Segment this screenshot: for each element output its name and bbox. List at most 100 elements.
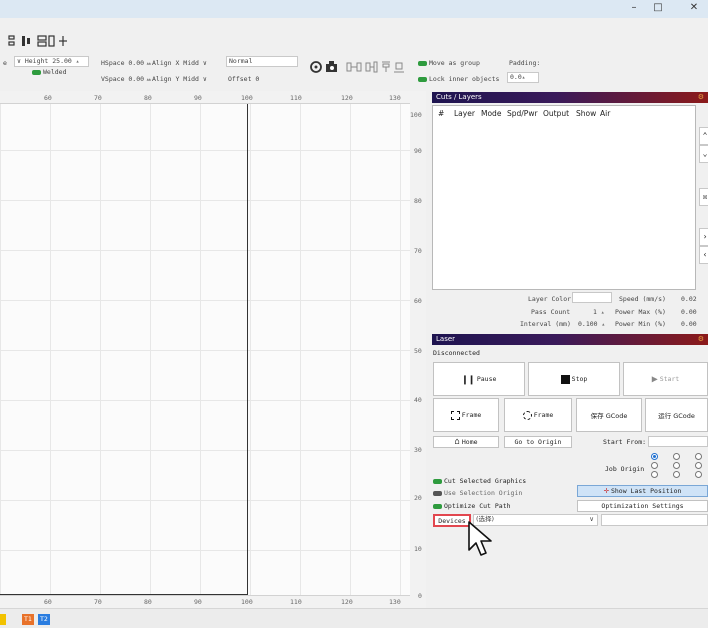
stop-button[interactable]: Stop — [528, 362, 620, 396]
pin-icon[interactable]: ⚙ — [698, 92, 704, 103]
cuts-layers-table[interactable]: # Layer Mode Spd/Pwr Output Show Air — [432, 105, 696, 290]
spinner-icon[interactable]: ▴ — [522, 73, 528, 82]
spinner-icon[interactable]: ▴ — [602, 321, 608, 328]
column-header[interactable]: Layer — [454, 109, 475, 118]
devices-button[interactable]: Devices — [433, 514, 471, 527]
layer-color-swatch[interactable] — [572, 292, 612, 303]
optimize-cut-path-label: Optimize Cut Path — [444, 502, 511, 510]
home-label: Home — [461, 438, 478, 446]
job-origin-radio-ml[interactable] — [651, 462, 658, 469]
move-as-group-toggle[interactable]: Move as group — [418, 59, 480, 67]
frame-label: Frame — [461, 411, 482, 419]
offset-field[interactable]: Offset 0 — [228, 75, 259, 83]
optimize-cut-path-toggle[interactable]: Optimize Cut Path — [433, 502, 511, 510]
align-tools-icon[interactable] — [346, 60, 410, 76]
welded-toggle[interactable]: Welded — [32, 68, 66, 76]
align-x-select[interactable]: ▴ Align X Midd ∨ — [146, 59, 207, 67]
minimize-button[interactable]: – — [624, 2, 644, 13]
toggle-icon — [433, 503, 442, 509]
column-header[interactable]: Air — [600, 109, 610, 118]
run-gcode-button[interactable]: 运行 GCode — [645, 398, 708, 432]
align-y-select[interactable]: ▴ Align Y Midd ∨ — [146, 75, 207, 83]
job-origin-radio-tl[interactable] — [651, 453, 658, 460]
column-header[interactable]: Spd/Pwr — [507, 109, 538, 118]
padding-field[interactable]: 0.0▴ — [507, 72, 539, 83]
close-button[interactable]: ✕ — [684, 2, 704, 13]
pause-button[interactable]: ❙❙ Pause — [433, 362, 525, 396]
pass-count-field[interactable]: 1 ▴ — [593, 308, 607, 316]
ruler-label: 130 — [389, 598, 401, 606]
ruler-label: 100 — [410, 111, 422, 119]
height-field[interactable]: ∨ Height 25.00 ▴ — [14, 56, 89, 67]
tool-badge-t1[interactable]: T1 — [22, 614, 34, 625]
job-origin-radio-tr[interactable] — [695, 453, 702, 460]
ruler-label: 90 — [194, 94, 202, 102]
job-origin-radio-bc[interactable] — [673, 471, 680, 478]
job-origin-radio-mc[interactable] — [673, 462, 680, 469]
chevron-down-icon: ∨ — [202, 75, 207, 83]
interval-field[interactable]: 0.100 ▴ — [578, 320, 608, 328]
vspace-label: VSpace 0.00 — [101, 75, 145, 83]
column-header[interactable]: # — [438, 109, 444, 118]
use-selection-origin-toggle[interactable]: Use Selection Origin — [433, 489, 522, 497]
pin-icon[interactable]: ⚙ — [698, 334, 704, 345]
job-origin-radio-bl[interactable] — [651, 471, 658, 478]
chevron-up-icon: ⌃ — [702, 131, 708, 140]
spinner-icon[interactable]: ▴ — [76, 57, 82, 66]
toggle-icon — [32, 69, 41, 75]
chevron-down-icon: ⌄ — [702, 149, 708, 158]
spinner-icon[interactable]: ▴ — [601, 309, 607, 316]
frame-circle-button[interactable]: Frame — [504, 398, 572, 432]
job-origin-radio-br[interactable] — [695, 471, 702, 478]
ruler-label: 60 — [44, 598, 52, 606]
stop-label: Stop — [571, 375, 588, 383]
tool-badge-partial[interactable] — [0, 614, 6, 625]
window-titlebar — [0, 0, 708, 18]
show-last-position-label: Show Last Position — [610, 487, 682, 495]
power-max-value[interactable]: 0.00 — [681, 308, 697, 316]
cut-selected-toggle[interactable]: Cut Selected Graphics — [433, 477, 526, 485]
frame-button[interactable]: Frame — [433, 398, 499, 432]
lock-inner-objects-toggle[interactable]: Lock inner objects — [418, 75, 499, 83]
rotary-camera-icon[interactable] — [310, 60, 342, 76]
maximize-button[interactable]: □ — [648, 2, 668, 13]
ruler-label: 120 — [341, 94, 353, 102]
column-header[interactable]: Mode — [481, 109, 501, 118]
job-origin-label: Job Origin — [605, 465, 645, 473]
job-origin-radio-mr[interactable] — [695, 462, 702, 469]
distribute-icon[interactable] — [8, 34, 68, 51]
collapse-left-button[interactable]: ‹ — [699, 246, 708, 264]
start-button[interactable]: ▶ Start — [623, 362, 708, 396]
delete-layer-button[interactable]: ☒ — [699, 188, 708, 206]
use-selection-origin-label: Use Selection Origin — [444, 489, 523, 497]
job-origin-radio-tc[interactable] — [673, 453, 680, 460]
toggle-icon — [418, 76, 427, 82]
frame-rect-icon — [450, 410, 460, 420]
move-down-button[interactable]: ⌄ — [699, 145, 708, 163]
column-header[interactable]: Output — [543, 109, 569, 118]
ruler-label: 30 — [414, 446, 422, 454]
show-last-position-button[interactable]: ✛ Show Last Position — [577, 485, 708, 497]
home-button[interactable]: ⌂ Home — [433, 436, 499, 448]
chevron-down-icon: ∨ — [17, 57, 21, 65]
speed-value[interactable]: 0.02 — [681, 295, 697, 303]
save-gcode-button[interactable]: 保存 GCode — [576, 398, 642, 432]
device-port-field[interactable] — [601, 514, 708, 526]
tool-badge-t2[interactable]: T2 — [38, 614, 50, 625]
cut-selected-label: Cut Selected Graphics — [444, 477, 527, 485]
ruler-label: 120 — [341, 598, 353, 606]
start-from-select[interactable] — [648, 436, 708, 447]
ruler-label: 70 — [94, 94, 102, 102]
power-min-value[interactable]: 0.00 — [681, 320, 697, 328]
ruler-label: 80 — [144, 94, 152, 102]
go-to-origin-button[interactable]: Go to Origin — [504, 436, 572, 448]
ruler-label: 110 — [290, 598, 302, 606]
move-up-button[interactable]: ⌃ — [699, 127, 708, 145]
toggle-icon — [433, 478, 442, 484]
ruler-label: 10 — [414, 545, 422, 553]
optimization-settings-button[interactable]: Optimization Settings — [577, 500, 708, 512]
normal-select[interactable]: Normal — [226, 56, 298, 67]
column-header[interactable]: Show — [576, 109, 596, 118]
expand-right-button[interactable]: › — [699, 228, 708, 246]
ruler-label: 50 — [414, 347, 422, 355]
